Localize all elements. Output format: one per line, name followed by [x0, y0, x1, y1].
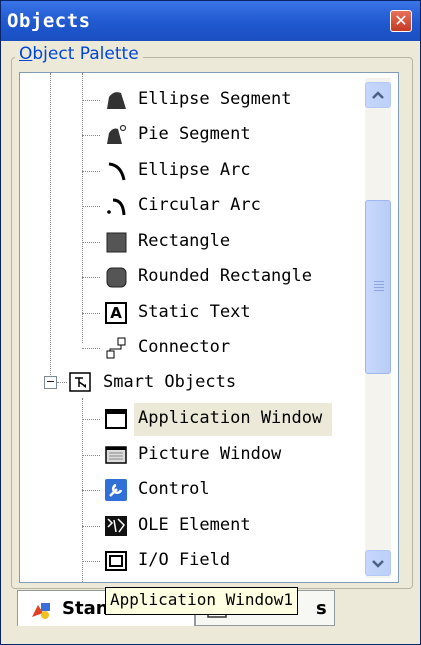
rounded-rectangle-icon: [104, 265, 128, 289]
standard-tab-icon: [32, 603, 50, 619]
tree-item-label[interactable]: Circular Arc: [138, 195, 261, 215]
tree-item-label[interactable]: Application Window: [138, 408, 322, 428]
tree-item-label[interactable]: Pie Segment: [138, 124, 251, 144]
tree-item-label[interactable]: OLE Element: [138, 515, 251, 535]
expand-collapse-toggle[interactable]: −: [44, 376, 57, 389]
tree-item-label[interactable]: Rectangle: [138, 231, 230, 251]
circular-arc-icon: [104, 194, 128, 218]
connector-icon: [104, 336, 128, 360]
application-window-icon: [104, 407, 128, 431]
tree-item-label[interactable]: Static Text: [138, 302, 251, 322]
tree-item-label[interactable]: Ellipse Arc: [138, 160, 251, 180]
static-text-icon: A: [104, 301, 128, 325]
ellipse-arc-icon: [104, 159, 128, 183]
ole-element-icon: [104, 514, 128, 538]
tree-item-label[interactable]: Picture Window: [138, 444, 281, 464]
close-icon: ✕: [394, 11, 408, 30]
window-title: Objects: [7, 10, 91, 32]
object-tree[interactable]: Ellipse Segment Pie Segment Ellipse Arc …: [19, 72, 399, 583]
chevron-up-icon: [372, 91, 384, 99]
scroll-thumb[interactable]: [365, 200, 391, 374]
close-button[interactable]: ✕: [390, 10, 412, 32]
scroll-down-button[interactable]: [365, 550, 391, 576]
object-palette-label: Object Palette: [15, 44, 143, 64]
title-bar[interactable]: Objects ✕: [1, 1, 420, 41]
vertical-scrollbar[interactable]: [365, 78, 391, 578]
tree-item-label[interactable]: Ellipse Segment: [138, 89, 292, 109]
tree-item-label[interactable]: Control: [138, 479, 210, 499]
pie-segment-icon: [104, 123, 128, 147]
tab-second-label: s: [316, 598, 327, 619]
io-field-icon: [104, 549, 128, 573]
tooltip: Application Window1: [105, 587, 299, 615]
ellipse-segment-icon: [104, 88, 128, 112]
static-text-glyph: A: [110, 304, 122, 322]
smart-objects-label[interactable]: Smart Objects: [103, 372, 236, 392]
tree-item-label[interactable]: Rounded Rectangle: [138, 266, 312, 286]
rectangle-icon: [104, 230, 128, 254]
tree-item-label[interactable]: Connector: [138, 337, 230, 357]
scroll-up-button[interactable]: [365, 82, 391, 108]
picture-window-icon: [104, 443, 128, 467]
tree-item-label[interactable]: I/O Field: [138, 550, 230, 570]
control-icon: [104, 478, 128, 502]
chevron-down-icon: [372, 560, 384, 568]
objects-window: Objects ✕ Object Palette Ellipse Segment…: [0, 0, 421, 645]
smart-objects-icon: [68, 370, 92, 394]
minus-icon: −: [45, 375, 56, 388]
